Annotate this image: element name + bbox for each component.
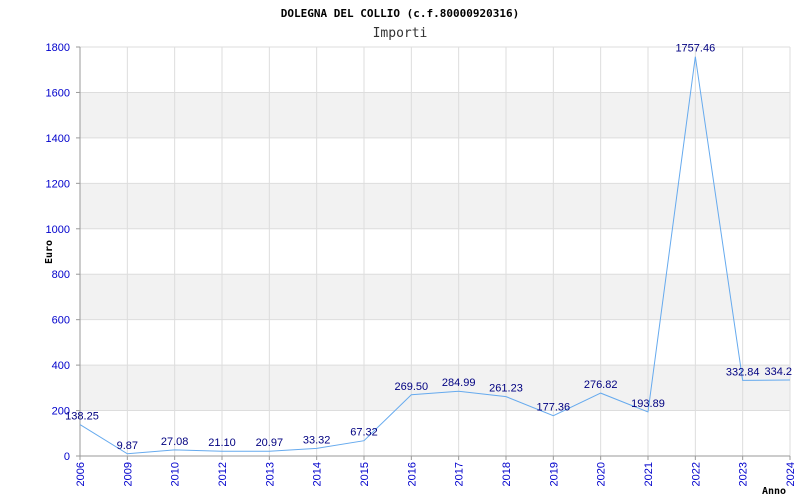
x-tick-labels: 2006 2009 2010 2012 2013 2014 2015 2016 2017 2018… (75, 462, 797, 486)
line-chart: DOLEGNA DEL COLLIO (c.f.80000920316) Imp… (44, 7, 797, 497)
data-label: 9.87 (117, 440, 138, 452)
data-label: 276.82 (584, 379, 618, 391)
x-tick-label: 2023 (738, 462, 750, 486)
background-band (80, 183, 790, 229)
data-label: 27.08 (161, 436, 189, 448)
data-label: 334.2 (764, 366, 792, 378)
data-label: 1757.46 (675, 43, 715, 55)
x-tick-label: 2010 (170, 462, 182, 486)
x-tick-label: 2015 (359, 462, 371, 486)
background-band (80, 274, 790, 320)
y-tick-label: 400 (52, 360, 70, 372)
y-tick-label: 600 (52, 315, 70, 327)
data-label: 20.97 (256, 437, 284, 449)
y-tick-label: 0 (64, 451, 70, 463)
background-band (80, 365, 790, 411)
data-label: 269.50 (395, 381, 429, 393)
data-label: 261.23 (489, 383, 523, 395)
chart-subtitle: Importi (373, 26, 428, 41)
y-tick-label: 800 (52, 269, 70, 281)
x-tick-label: 2006 (75, 462, 87, 486)
x-tick-label: 2021 (643, 462, 655, 486)
data-label: 284.99 (442, 377, 476, 389)
y-tick-label: 1000 (46, 224, 70, 236)
x-tick-label: 2016 (406, 462, 418, 486)
x-tick-label: 2022 (690, 462, 702, 486)
x-tick-label: 2018 (501, 462, 513, 486)
x-tick-label: 2019 (548, 462, 560, 486)
data-label: 177.36 (537, 402, 571, 414)
data-label: 67.32 (350, 427, 378, 439)
y-tick-label: 1200 (46, 178, 70, 190)
x-tick-label: 2020 (596, 462, 608, 486)
y-tick-label: 1600 (46, 87, 70, 99)
background-band (80, 92, 790, 138)
data-label: 193.89 (631, 398, 665, 410)
chart-title: DOLEGNA DEL COLLIO (c.f.80000920316) (281, 7, 519, 20)
data-label: 332.84 (726, 366, 760, 378)
y-tick-label: 1400 (46, 133, 70, 145)
x-tick-label: 2014 (312, 462, 324, 486)
y-axis-label: Euro (44, 240, 55, 264)
x-tick-label: 2009 (122, 462, 134, 486)
y-tick-label: 1800 (46, 42, 70, 54)
x-axis-label: Anno (762, 486, 786, 497)
data-label: 21.10 (208, 437, 236, 449)
data-label: 33.32 (303, 434, 331, 446)
background-bands (80, 92, 790, 411)
x-tick-label: 2017 (454, 462, 466, 486)
data-label: 138.25 (65, 411, 99, 423)
x-tick-label: 2012 (217, 462, 229, 486)
x-tick-label: 2024 (785, 462, 797, 486)
x-tick-label: 2013 (264, 462, 276, 486)
